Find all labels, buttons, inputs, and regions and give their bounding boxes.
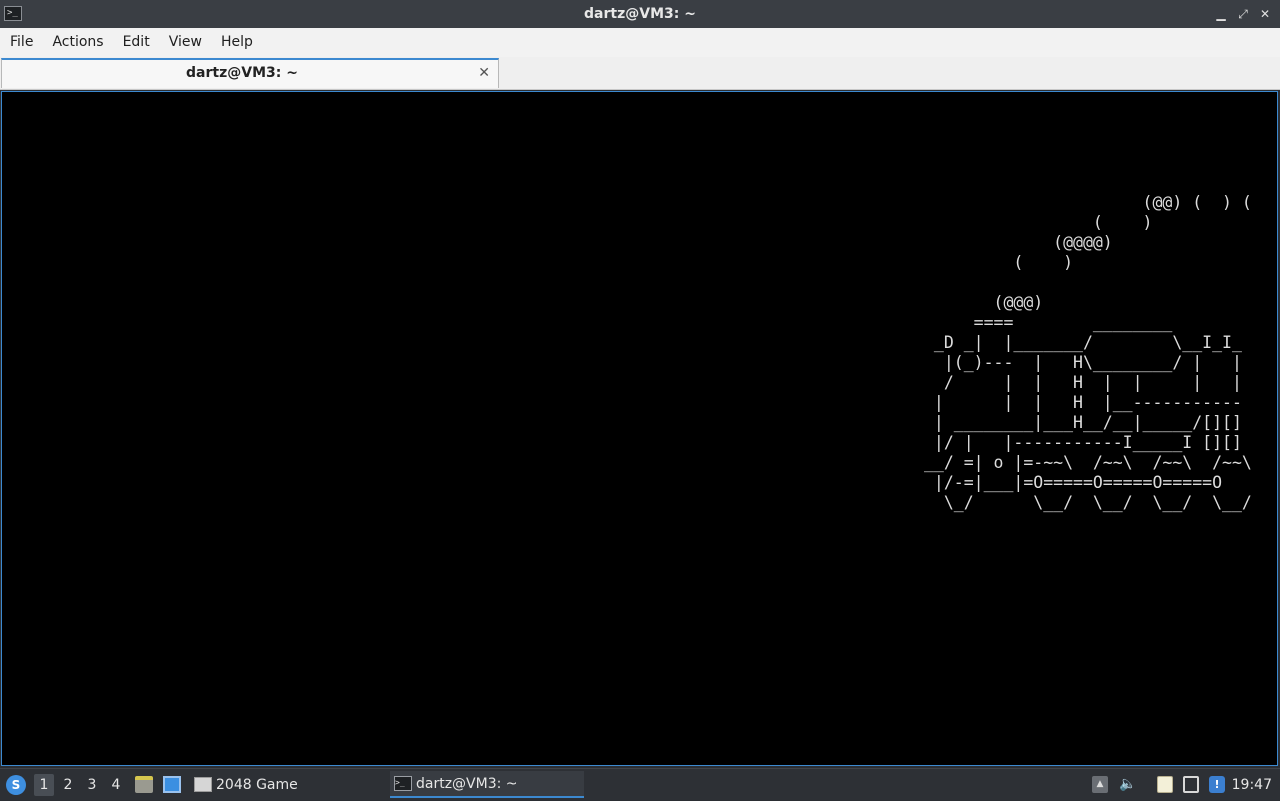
maximize-icon[interactable]: ⤢ [1236,0,1250,28]
tab-bar: dartz@VM3: ~ ✕ [0,57,1280,90]
clock[interactable]: 19:47 [1232,769,1272,801]
window-title: dartz@VM3: ~ [584,6,696,22]
clipboard-icon[interactable] [1157,776,1173,793]
volume-icon[interactable]: 🔈 [1119,776,1136,793]
close-icon[interactable]: ✕ [1258,0,1272,28]
window-titlebar[interactable]: >_ dartz@VM3: ~ ▁ ⤢ ✕ [0,0,1280,28]
desktop-switch-1[interactable]: 1 [34,774,54,796]
update-icon[interactable]: ! [1209,776,1225,793]
menu-actions[interactable]: Actions [42,28,112,57]
task-label: dartz@VM3: ~ [416,775,518,792]
menu-view[interactable]: View [159,28,211,57]
network-icon[interactable] [1183,776,1199,793]
terminal-icon: >_ [394,776,412,791]
menu-edit[interactable]: Edit [113,28,159,57]
file-manager-icon[interactable] [135,776,153,793]
tab-label: dartz@VM3: ~ [186,65,298,81]
minimize-icon[interactable]: ▁ [1214,0,1228,28]
tray-arrow-icon[interactable]: ▲ [1092,776,1108,793]
terminal-view[interactable]: (@@) ( ) ( ( ) (@@@@) ( ) (@@@) ==== ___… [1,91,1278,766]
task-2048-game[interactable]: 2048 Game [194,771,384,798]
window-icon [194,777,212,792]
desktop-switch-2[interactable]: 2 [58,774,78,796]
sl-train-ascii-art: (@@) ( ) ( ( ) (@@@@) ( ) (@@@) ==== ___… [924,193,1252,512]
task-label: 2048 Game [216,776,298,793]
task-terminal[interactable]: >_ dartz@VM3: ~ [390,771,584,798]
desktop-switch-4[interactable]: 4 [106,774,126,796]
window-controls: ▁ ⤢ ✕ [1214,0,1272,28]
menu-file[interactable]: File [0,28,42,57]
taskbar: S 1 2 3 4 2048 Game >_ dartz@VM3: ~ ▲ 🔈 … [0,768,1280,800]
tab-close-icon[interactable]: ✕ [478,60,490,87]
desktop-switch-3[interactable]: 3 [82,774,102,796]
menu-bar: File Actions Edit View Help [0,28,1280,57]
menu-help[interactable]: Help [211,28,262,57]
show-desktop-icon[interactable] [163,776,181,793]
tab-terminal[interactable]: dartz@VM3: ~ ✕ [1,58,499,88]
start-menu-icon[interactable]: S [6,775,26,795]
